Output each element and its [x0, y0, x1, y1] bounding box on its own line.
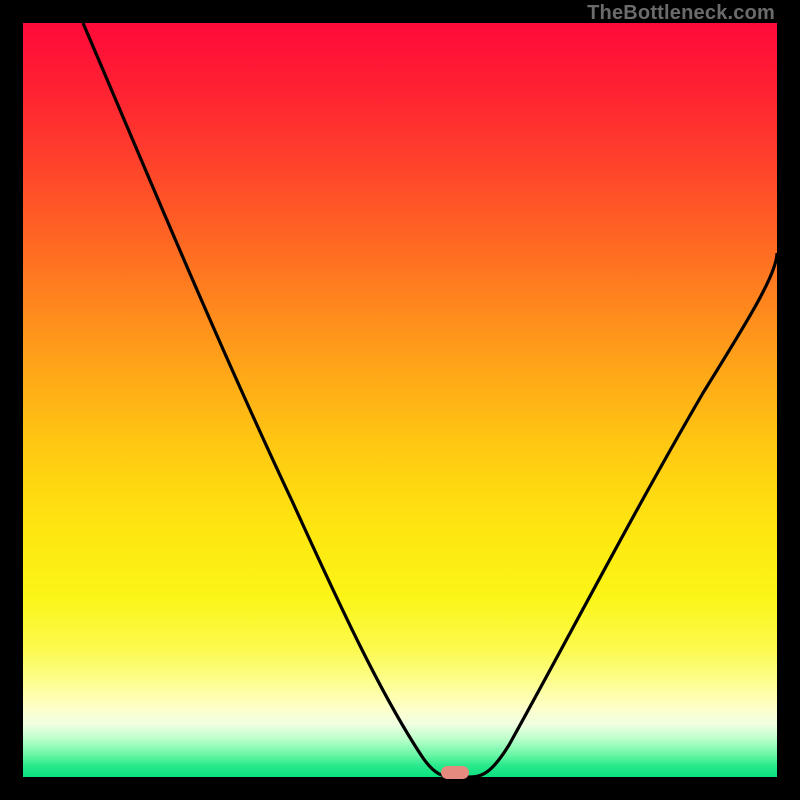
watermark-text: TheBottleneck.com [587, 2, 775, 25]
optimal-marker [441, 766, 469, 779]
plot-area [23, 23, 777, 777]
bottleneck-curve [23, 23, 777, 777]
chart-frame: TheBottleneck.com [0, 0, 800, 800]
curve-path [83, 23, 777, 777]
